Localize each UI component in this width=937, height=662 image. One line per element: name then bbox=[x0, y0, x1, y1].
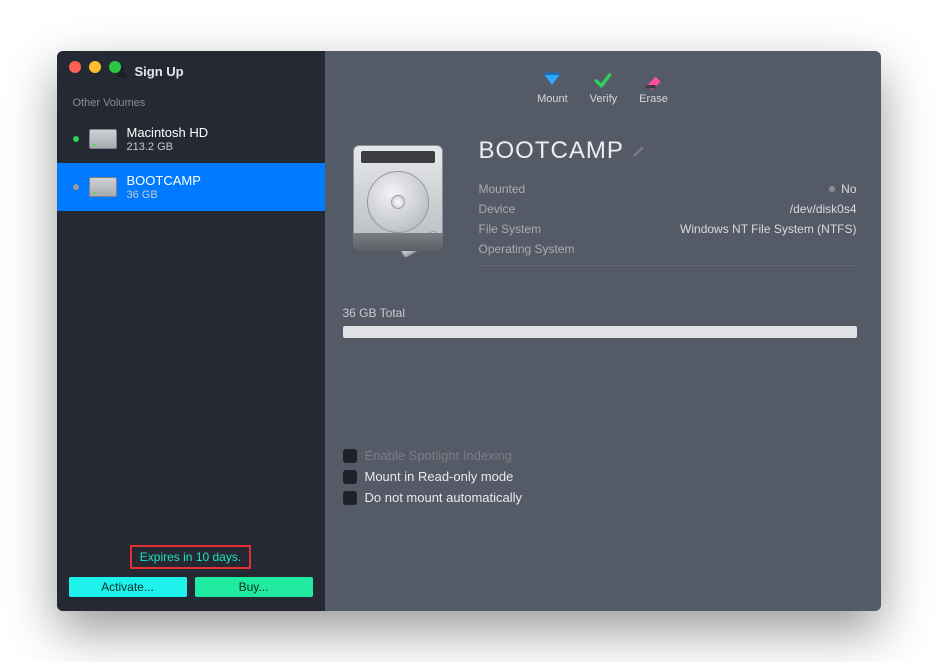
volume-size: 213.2 GB bbox=[127, 141, 209, 153]
info-table: Mounted No Device /dev/disk0s4 File Syst… bbox=[479, 179, 857, 259]
option-label: Do not mount automatically bbox=[365, 490, 523, 505]
checkbox[interactable] bbox=[343, 491, 357, 505]
divider bbox=[479, 265, 857, 266]
info-key: Operating System bbox=[479, 242, 575, 256]
section-label: Other Volumes bbox=[57, 91, 325, 115]
verify-button[interactable]: Verify bbox=[590, 70, 618, 105]
option-label: Enable Spotlight Indexing bbox=[365, 448, 512, 463]
volume-size: 36 GB bbox=[127, 189, 201, 201]
toolbar: Mount Verify Erase bbox=[325, 51, 881, 123]
mount-label: Mount bbox=[537, 93, 568, 105]
verify-icon bbox=[593, 70, 613, 90]
volume-text: Macintosh HD 213.2 GB bbox=[127, 125, 209, 153]
minimize-button[interactable] bbox=[89, 61, 101, 73]
activate-button[interactable]: Activate... bbox=[69, 577, 187, 597]
close-button[interactable] bbox=[69, 61, 81, 73]
drive-icon bbox=[89, 177, 117, 197]
drive-icon bbox=[89, 129, 117, 149]
info-val: No bbox=[829, 182, 856, 196]
content: BOOTCAMP Mounted No Device /dev/disk0s4 bbox=[325, 123, 881, 611]
info-row-mounted: Mounted No bbox=[479, 179, 857, 199]
volume-title: BOOTCAMP bbox=[479, 137, 624, 165]
verify-label: Verify bbox=[590, 93, 618, 105]
usage-label: 36 GB Total bbox=[343, 306, 857, 320]
info-val: Windows NT File System (NTFS) bbox=[680, 222, 856, 236]
volume-name: Macintosh HD bbox=[127, 125, 209, 140]
options: Enable Spotlight Indexing Mount in Read-… bbox=[343, 448, 857, 505]
checkbox bbox=[343, 449, 357, 463]
volume-header: BOOTCAMP Mounted No Device /dev/disk0s4 bbox=[343, 137, 857, 266]
volume-item-bootcamp[interactable]: BOOTCAMP 36 GB bbox=[57, 163, 325, 211]
hard-drive-icon bbox=[343, 137, 453, 257]
info-row-os: Operating System bbox=[479, 239, 857, 259]
traffic-lights bbox=[69, 61, 121, 73]
status-dot-icon bbox=[73, 184, 79, 190]
erase-label: Erase bbox=[639, 93, 668, 105]
erase-button[interactable]: Erase bbox=[639, 70, 668, 105]
checkbox[interactable] bbox=[343, 470, 357, 484]
edit-icon[interactable] bbox=[632, 144, 646, 158]
button-row: Activate... Buy... bbox=[69, 577, 313, 597]
usage-section: 36 GB Total bbox=[343, 306, 857, 338]
option-noauto[interactable]: Do not mount automatically bbox=[343, 490, 857, 505]
sidebar-bottom: Expires in 10 days. Activate... Buy... bbox=[57, 545, 325, 611]
volume-text: BOOTCAMP 36 GB bbox=[127, 173, 201, 201]
buy-button[interactable]: Buy... bbox=[195, 577, 313, 597]
option-spotlight: Enable Spotlight Indexing bbox=[343, 448, 857, 463]
maximize-button[interactable] bbox=[109, 61, 121, 73]
main-panel: Mount Verify Erase bbox=[325, 51, 881, 611]
mount-icon bbox=[542, 70, 562, 90]
volume-item-macintosh-hd[interactable]: Macintosh HD 213.2 GB bbox=[57, 115, 325, 163]
usage-bar bbox=[343, 326, 857, 338]
volume-name: BOOTCAMP bbox=[127, 173, 201, 188]
option-readonly[interactable]: Mount in Read-only mode bbox=[343, 469, 857, 484]
info-row-filesystem: File System Windows NT File System (NTFS… bbox=[479, 219, 857, 239]
volume-title-row: BOOTCAMP bbox=[479, 137, 857, 165]
volume-info: BOOTCAMP Mounted No Device /dev/disk0s4 bbox=[479, 137, 857, 266]
info-key: File System bbox=[479, 222, 542, 236]
mount-button[interactable]: Mount bbox=[537, 70, 568, 105]
sign-up-label: Sign Up bbox=[135, 64, 184, 79]
info-key: Device bbox=[479, 202, 516, 216]
status-dot-icon bbox=[73, 136, 79, 142]
option-label: Mount in Read-only mode bbox=[365, 469, 514, 484]
sign-up-button[interactable]: Sign Up bbox=[115, 64, 184, 79]
info-row-device: Device /dev/disk0s4 bbox=[479, 199, 857, 219]
info-key: Mounted bbox=[479, 182, 526, 196]
app-window: Sign Up Other Volumes Macintosh HD 213.2… bbox=[57, 51, 881, 611]
erase-icon bbox=[644, 70, 664, 90]
sidebar: Sign Up Other Volumes Macintosh HD 213.2… bbox=[57, 51, 325, 611]
info-val: /dev/disk0s4 bbox=[790, 202, 857, 216]
expires-notice: Expires in 10 days. bbox=[130, 545, 251, 569]
